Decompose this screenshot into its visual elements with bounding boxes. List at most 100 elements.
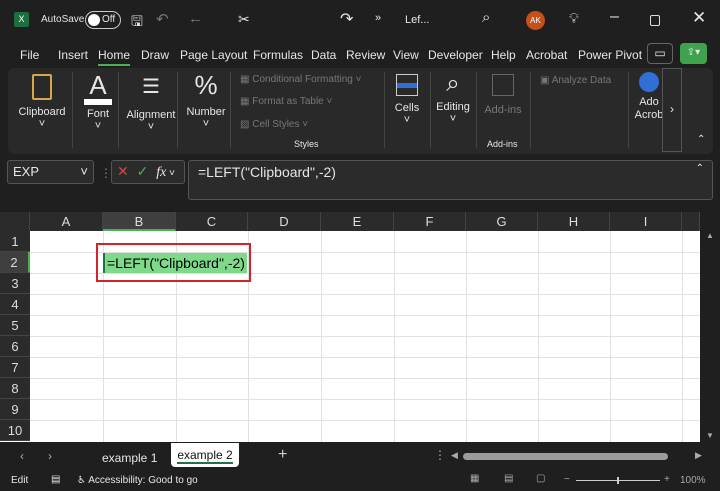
row-header[interactable]: 7 bbox=[0, 357, 30, 378]
avatar[interactable]: AK bbox=[526, 11, 545, 30]
accessibility-status[interactable]: ♿︎ Accessibility: Good to go bbox=[77, 475, 198, 486]
editing-label: Editing bbox=[436, 101, 470, 113]
file-name[interactable]: Lef... bbox=[405, 14, 429, 26]
normal-view-icon[interactable]: ▦ bbox=[470, 473, 479, 484]
percent-icon: % bbox=[194, 70, 218, 100]
name-box[interactable]: EXP ˅ bbox=[7, 160, 94, 184]
scroll-right-icon[interactable]: ▶ bbox=[695, 450, 702, 461]
analyze-data-button[interactable]: ▣ Analyze Data bbox=[540, 75, 611, 86]
font-label: Font bbox=[86, 108, 109, 120]
row-header[interactable]: 5 bbox=[0, 315, 30, 336]
page-layout-view-icon[interactable]: ▤ bbox=[504, 473, 513, 484]
prev-sheet-icon[interactable]: ‹ bbox=[20, 449, 24, 463]
tab-power-pivot[interactable]: Power Pivot bbox=[578, 48, 642, 62]
zoom-slider[interactable] bbox=[576, 477, 660, 484]
highlight-box bbox=[96, 243, 251, 282]
ribbon-scroll-right[interactable]: › bbox=[662, 68, 682, 152]
zoom-in-icon[interactable]: + bbox=[664, 474, 670, 485]
tab-page-layout[interactable]: Page Layout bbox=[180, 48, 247, 62]
comments-button[interactable]: ▭ bbox=[647, 43, 673, 64]
column-header[interactable]: E bbox=[321, 212, 394, 231]
column-header[interactable]: H bbox=[538, 212, 610, 231]
tab-formulas[interactable]: Formulas bbox=[253, 48, 303, 62]
row-header[interactable]: 8 bbox=[0, 378, 30, 399]
tab-review[interactable]: Review bbox=[346, 48, 385, 62]
formula-bar: EXP ˅ ⋮ ✕ ✓ fx ˅ =LEFT("Clipboard",-2) ⌃ bbox=[0, 160, 720, 200]
horizontal-scrollbar[interactable] bbox=[463, 453, 668, 460]
alignment-label: Alignment bbox=[126, 109, 176, 121]
column-header[interactable]: A bbox=[30, 212, 103, 231]
row-header[interactable]: 2 bbox=[0, 252, 30, 273]
back-icon[interactable]: ← bbox=[188, 10, 203, 27]
redo-icon[interactable]: ↷ bbox=[340, 9, 353, 29]
tab-acrobat[interactable]: Acrobat bbox=[526, 48, 567, 62]
undo-icon[interactable]: ↶ bbox=[156, 10, 169, 28]
format-as-table-button[interactable]: ▦ Format as Table ˅ bbox=[240, 96, 332, 107]
clipboard-icon bbox=[32, 74, 52, 100]
tab-view[interactable]: View bbox=[393, 48, 419, 62]
editing-button[interactable]: ⌕ Editing ˅ bbox=[432, 68, 474, 154]
next-sheet-icon[interactable]: › bbox=[48, 449, 52, 463]
more-icon[interactable]: » bbox=[375, 12, 381, 24]
cells-button[interactable]: Cells ˅ bbox=[388, 68, 426, 154]
tab-data[interactable]: Data bbox=[311, 48, 336, 62]
font-button[interactable]: A Font ˅ bbox=[74, 68, 122, 154]
tab-developer[interactable]: Developer bbox=[428, 48, 483, 62]
minimize-button[interactable]: – bbox=[610, 8, 619, 26]
save-icon[interactable]: 🖫 bbox=[131, 11, 143, 35]
column-header[interactable]: G bbox=[466, 212, 538, 231]
row-header[interactable]: 10 bbox=[0, 420, 30, 441]
zoom-level[interactable]: 100% bbox=[680, 475, 706, 486]
tab-file[interactable]: File bbox=[20, 48, 39, 62]
sheet-tab-example-2[interactable]: example 2 bbox=[171, 443, 239, 467]
column-header[interactable]: D bbox=[248, 212, 321, 231]
select-all[interactable] bbox=[0, 212, 30, 231]
row-header[interactable]: 6 bbox=[0, 336, 30, 357]
share-button[interactable]: ⇪▾ bbox=[680, 43, 707, 64]
tab-home[interactable]: Home bbox=[98, 48, 131, 66]
formula-input[interactable]: =LEFT("Clipboard",-2) ⌃ bbox=[188, 160, 713, 200]
spreadsheet-grid[interactable]: A B C D E F G H I 1 2 3 4 5 6 7 8 9 10 =… bbox=[0, 212, 700, 442]
vertical-scrollbar[interactable]: ▲ ▼ bbox=[700, 231, 720, 442]
conditional-formatting-button[interactable]: ▦ Conditional Formatting ˅ bbox=[240, 74, 361, 85]
cancel-icon[interactable]: ✕ bbox=[117, 163, 129, 179]
collapse-ribbon-icon[interactable]: ⌃ bbox=[697, 134, 705, 145]
autosave-toggle[interactable]: Off bbox=[85, 11, 121, 29]
row-header[interactable]: 3 bbox=[0, 273, 30, 294]
page-break-view-icon[interactable]: ▢ bbox=[536, 473, 545, 484]
lightbulb-icon[interactable]: 💡︎ bbox=[569, 10, 579, 27]
column-header[interactable]: C bbox=[176, 212, 248, 231]
alignment-button[interactable]: ☰ Alignment ˅ bbox=[120, 68, 182, 154]
column-header[interactable]: B bbox=[103, 212, 176, 231]
tab-insert[interactable]: Insert bbox=[58, 48, 88, 62]
macro-icon[interactable]: ▤ bbox=[51, 474, 60, 485]
zoom-out-icon[interactable]: − bbox=[564, 474, 570, 485]
clipboard-button[interactable]: Clipboard ˅ bbox=[14, 68, 70, 154]
row-header[interactable]: 9 bbox=[0, 399, 30, 420]
adobe-button[interactable]: Ado Acrob bbox=[634, 68, 664, 154]
autosave-label: AutoSave bbox=[41, 14, 85, 25]
sheet-tab-example-1[interactable]: example 1 bbox=[102, 451, 157, 465]
tab-draw[interactable]: Draw bbox=[141, 48, 169, 62]
mode-indicator: Edit bbox=[11, 475, 29, 486]
maximize-button[interactable] bbox=[650, 15, 660, 26]
insert-function-icon[interactable]: fx bbox=[156, 165, 166, 180]
enter-icon[interactable]: ✓ bbox=[137, 163, 149, 179]
status-bar: Edit ▤ ♿︎ Accessibility: Good to go ▦ ▤ … bbox=[0, 470, 720, 491]
number-button[interactable]: % Number ˅ bbox=[180, 68, 232, 154]
column-header[interactable]: F bbox=[394, 212, 466, 231]
sheet-tab-bar: ‹ › example 1 example 2 + ⋮ ◀ ▶ bbox=[0, 443, 720, 470]
cell-styles-button[interactable]: ▨ Cell Styles ˅ bbox=[240, 119, 308, 130]
adobe-icon bbox=[639, 72, 659, 92]
row-header[interactable]: 4 bbox=[0, 294, 30, 315]
cut-icon[interactable]: ✂ bbox=[238, 11, 250, 28]
column-header[interactable]: I bbox=[610, 212, 682, 231]
row-header[interactable]: 1 bbox=[0, 231, 30, 252]
autosave-state: Off bbox=[102, 14, 116, 25]
search-icon[interactable]: ⌕ bbox=[482, 9, 490, 26]
close-button[interactable]: ✕ bbox=[692, 8, 706, 28]
scroll-left-icon[interactable]: ◀ bbox=[451, 450, 458, 461]
add-sheet-button[interactable]: + bbox=[278, 446, 287, 464]
tab-help[interactable]: Help bbox=[491, 48, 516, 62]
clipboard-label: Clipboard bbox=[18, 106, 66, 118]
